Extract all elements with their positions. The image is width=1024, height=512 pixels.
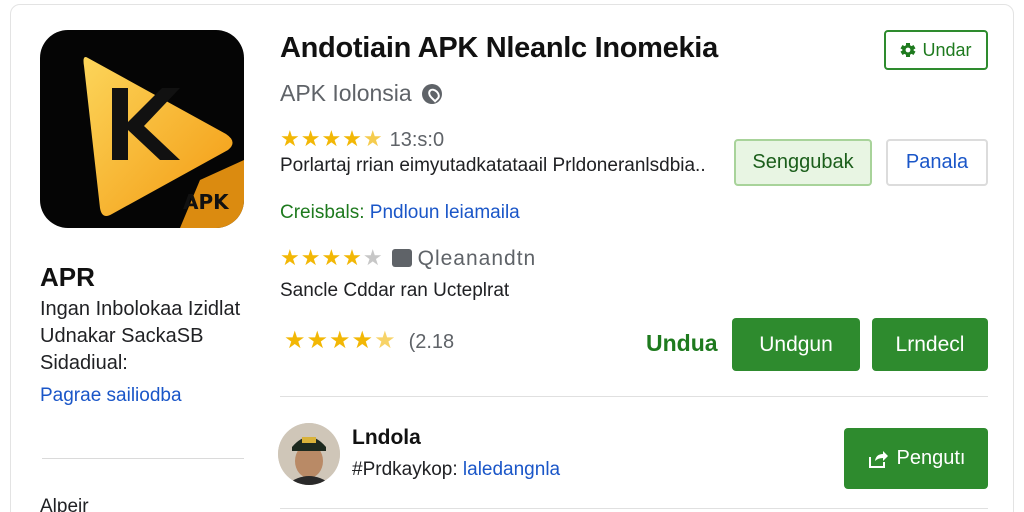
- rating-stars: ★★★★★ 13:s:0: [280, 126, 444, 152]
- bottom-divider: [280, 508, 988, 509]
- developer-row[interactable]: APK Iolonsia: [280, 80, 442, 107]
- secondary-button[interactable]: Senggubak: [734, 139, 872, 186]
- app-description-line: Sidadiual:: [40, 352, 128, 374]
- category-label: Creisbals:: [280, 202, 365, 223]
- user-handle-row: #Prdkaykop: laledangnla: [352, 459, 560, 481]
- category-row: Creisbals: Pndloun leiamaila: [280, 202, 520, 224]
- rating-value: 13:s:0: [389, 129, 445, 151]
- half-star-icon: ★: [362, 126, 384, 151]
- download-label[interactable]: Undua: [646, 330, 718, 357]
- page-title: Andotiain APK Nleanlc Inomekia: [280, 32, 718, 64]
- install-button[interactable]: Lrndecl: [872, 318, 988, 371]
- half-star-icon: ★: [362, 245, 384, 270]
- left-divider: [42, 458, 244, 459]
- outline-button[interactable]: Panala: [886, 139, 988, 186]
- star-icon: ★★★★: [284, 327, 375, 354]
- section-divider: [280, 396, 988, 397]
- user-handle-label: #Prdkaykop:: [352, 459, 458, 480]
- app-description-line: Ingan Inbolokaa Izidlat: [40, 298, 241, 320]
- app-icon[interactable]: APK: [40, 30, 244, 228]
- location-pin-icon: [421, 83, 442, 104]
- star-icon: ★★★★: [280, 245, 363, 270]
- user-name: Lndola: [352, 426, 421, 449]
- left-bottom-text: Alpeir: [40, 496, 89, 512]
- half-star-icon: ★: [374, 327, 397, 354]
- app-description: Ingan Inbolokaa Izidlat Udnakar SackaSB …: [40, 296, 250, 377]
- developer-name: APK Iolonsia: [280, 80, 412, 106]
- share-icon: [868, 450, 888, 468]
- app-summary: Porlartaj rrian eimyutadkatataail Prldon…: [280, 155, 706, 176]
- app-page-link[interactable]: Pagrae sailiodba: [40, 385, 182, 407]
- user-handle-link[interactable]: laledangnla: [463, 459, 560, 480]
- app-description-line: Udnakar SackaSB: [40, 325, 204, 347]
- category-link[interactable]: Pndloun leiamaila: [370, 202, 520, 223]
- rating-stars-secondary: ★★★★★ (2.18: [284, 326, 454, 355]
- top-action-label: Undar: [922, 39, 972, 60]
- chat-bubble-icon: [391, 249, 412, 267]
- follow-label: Pengutı: [896, 447, 966, 469]
- review-text: Sancle Cddar ran Ucteplrat: [280, 280, 510, 301]
- avatar[interactable]: [278, 423, 340, 485]
- app-icon-badge: APK: [183, 190, 229, 214]
- star-icon: ★★★★: [280, 126, 363, 151]
- gear-icon: [900, 43, 916, 57]
- download-button[interactable]: Undgun: [732, 318, 860, 371]
- app-short-title: APR: [40, 262, 95, 292]
- review-row: ★★★★★ Qleanandtn: [280, 245, 536, 271]
- reviewer-name: Qleanandtn: [417, 247, 537, 270]
- rating-value: (2.18: [408, 331, 455, 353]
- follow-button[interactable]: Pengutı: [844, 428, 988, 489]
- top-action-button[interactable]: Undar: [884, 30, 988, 70]
- user-avatar-image: [278, 423, 340, 485]
